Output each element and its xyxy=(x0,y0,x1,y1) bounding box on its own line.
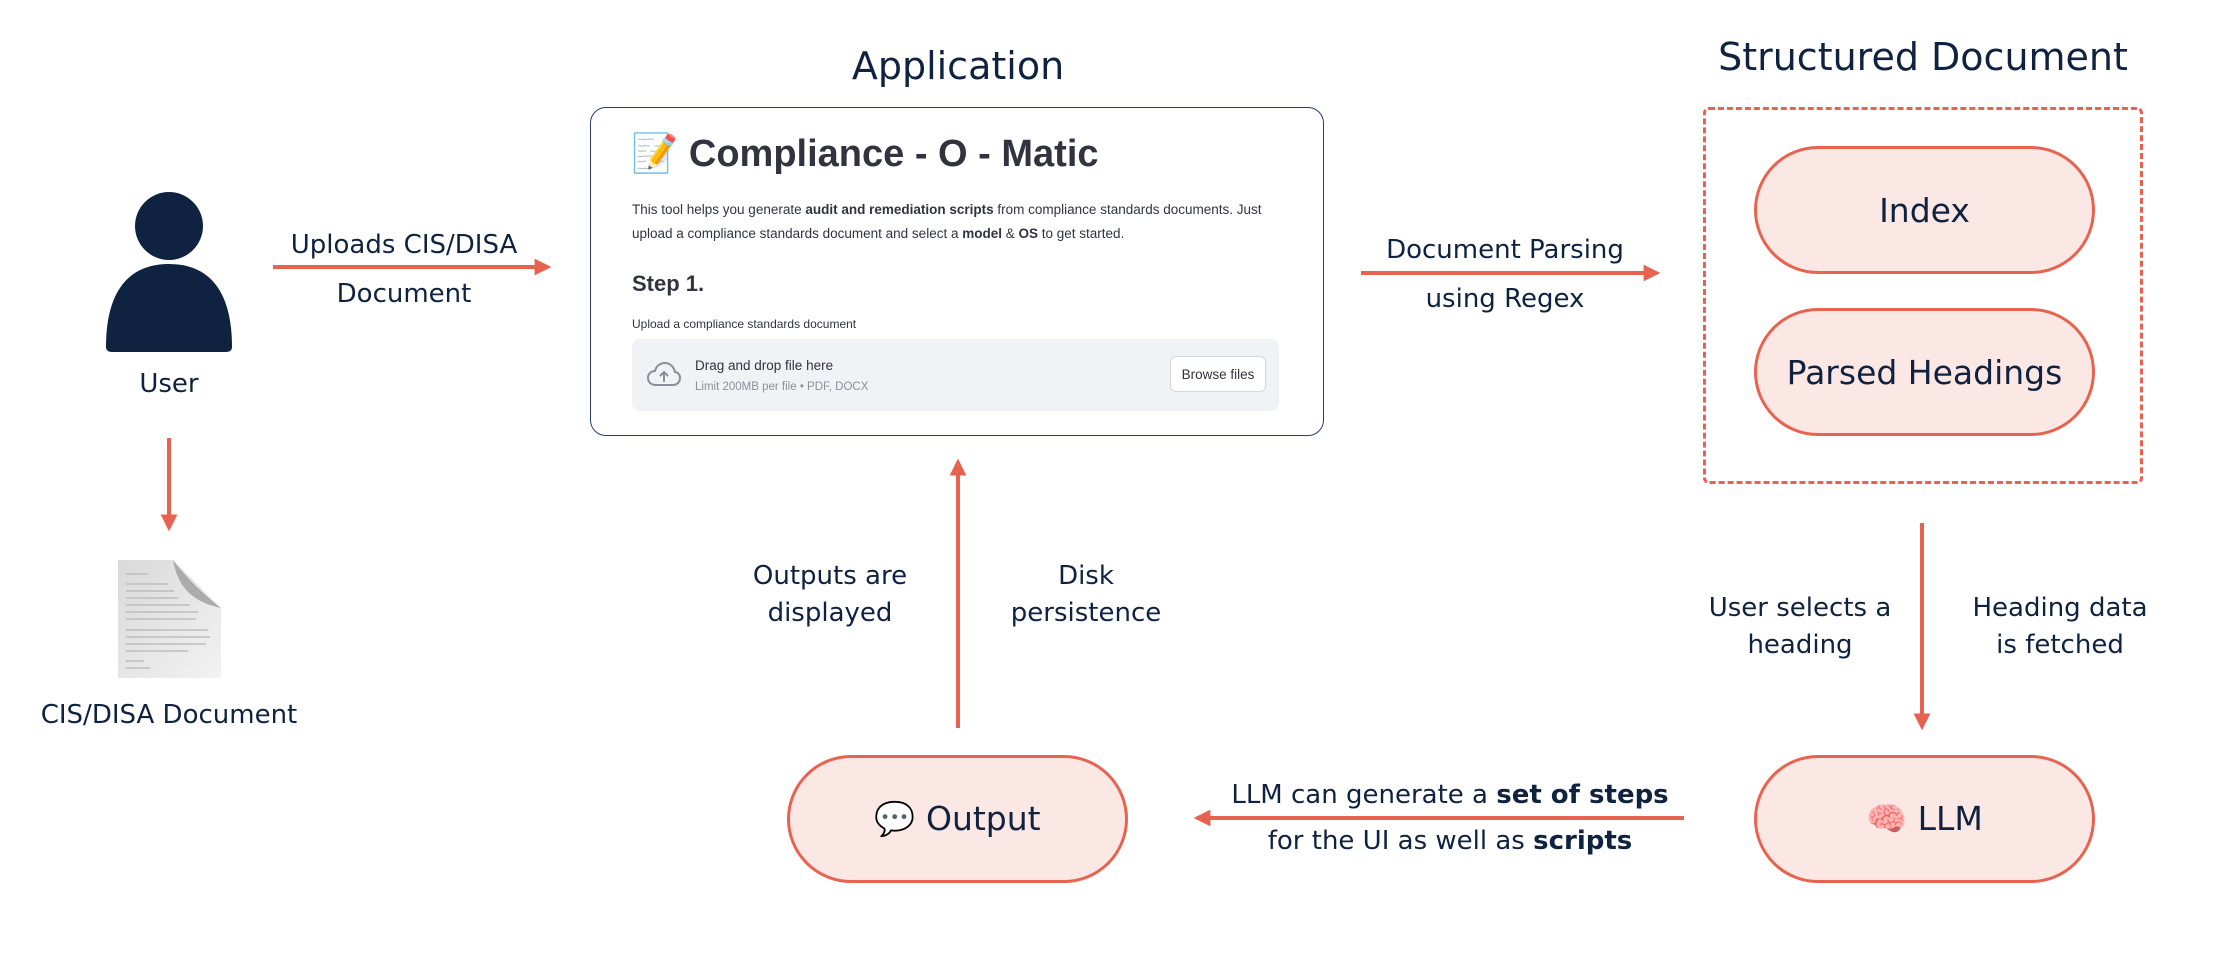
edge-label-parsing-line2: using Regex xyxy=(1425,284,1585,314)
edge-label-fetched-line1: Heading data xyxy=(1972,593,2148,623)
structured-document-title: Structured Document xyxy=(1718,35,2128,79)
browse-files-button[interactable]: Browse files xyxy=(1170,356,1266,392)
user-label: User xyxy=(139,369,199,399)
dropzone-title: Drag and drop file here xyxy=(695,358,834,373)
file-dropzone[interactable]: Drag and drop file here Limit 200MB per … xyxy=(632,339,1279,411)
llm-node: 🧠 LLM xyxy=(1754,755,2095,883)
edge-label-displayed: Outputs are displayed xyxy=(710,558,950,632)
app-description: This tool helps you generate audit and r… xyxy=(632,202,1262,241)
edge-label-selects: User selects a heading xyxy=(1680,590,1920,664)
dropzone-subtitle: Limit 200MB per file • PDF, DOCX xyxy=(695,381,869,393)
edge-label-displayed-line2: displayed xyxy=(767,598,893,628)
edge-label-disk-line2: persistence xyxy=(1010,598,1162,628)
index-node: Index xyxy=(1754,146,2095,274)
cloud-upload-icon xyxy=(647,362,681,386)
upload-label: Upload a compliance standards document xyxy=(632,317,857,331)
user-icon xyxy=(106,192,232,352)
edge-label-selects-line2: heading xyxy=(1747,630,1853,660)
edge-label-llm-output-line1: LLM can generate a set of steps xyxy=(1231,780,1669,810)
document-icon xyxy=(118,560,221,678)
edge-label-llm-output-line2: for the UI as well as scripts xyxy=(1267,826,1633,856)
step-heading: Step 1. xyxy=(632,271,705,296)
document-label: CIS/DISA Document xyxy=(40,700,298,730)
edge-label-fetched-line2: is fetched xyxy=(1996,630,2124,660)
memo-icon: 📝 xyxy=(631,133,679,175)
application-title: Application xyxy=(851,44,1065,88)
app-heading: 📝 Compliance - O - Matic xyxy=(631,132,1099,176)
application-card: 📝 Compliance - O - Matic This tool helps… xyxy=(590,107,1324,436)
edge-label-upload-line1: Uploads CIS/DISA xyxy=(290,230,518,260)
edge-label-fetched: Heading data is fetched xyxy=(1940,590,2180,664)
edge-label-parsing: Document Parsing using Regex xyxy=(1355,226,1655,324)
edge-label-upload: Uploads CIS/DISA Document xyxy=(254,221,554,319)
parsed-headings-node: Parsed Headings xyxy=(1754,308,2095,436)
app-heading-text: Compliance - O - Matic xyxy=(688,133,1099,175)
edge-label-disk-line1: Disk xyxy=(1058,561,1114,591)
edge-label-llm-output: LLM can generate a set of steps for the … xyxy=(1150,772,1750,864)
edge-label-displayed-line1: Outputs are xyxy=(752,561,908,591)
output-node: 💬 Output xyxy=(787,755,1128,883)
edge-label-selects-line1: User selects a xyxy=(1708,593,1892,623)
edge-label-parsing-line1: Document Parsing xyxy=(1386,235,1624,265)
edge-label-upload-line2: Document xyxy=(336,279,472,309)
edge-label-disk: Disk persistence xyxy=(966,558,1206,632)
